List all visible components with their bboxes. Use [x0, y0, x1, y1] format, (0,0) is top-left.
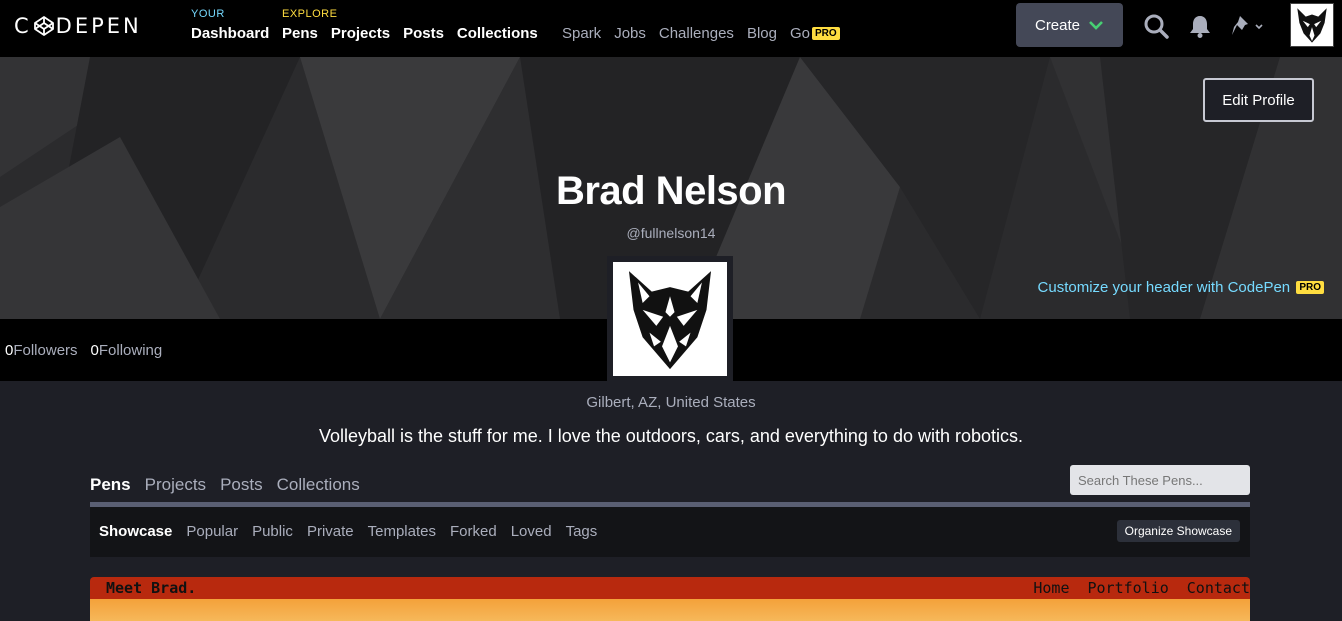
- nav-explore-group: EXPLORE Pens Projects Posts Collections: [282, 8, 538, 42]
- edit-profile-button[interactable]: Edit Profile: [1203, 78, 1314, 122]
- subnav-public[interactable]: Public: [252, 523, 293, 540]
- customize-text: Customize your header with CodePen: [1037, 279, 1291, 296]
- create-label: Create: [1034, 16, 1081, 34]
- nav-link-collections[interactable]: Collections: [457, 25, 538, 42]
- profile-name: Brad Nelson: [555, 169, 787, 213]
- subnav-popular[interactable]: Popular: [186, 523, 238, 540]
- subnav-tags[interactable]: Tags: [566, 523, 598, 540]
- wolf-avatar-icon: [1297, 8, 1327, 43]
- tab-posts[interactable]: Posts: [220, 475, 263, 495]
- following-link[interactable]: 0Following: [91, 342, 163, 359]
- following-count: 0: [90, 342, 99, 359]
- go-label: Go: [789, 25, 810, 42]
- subnav-loved[interactable]: Loved: [511, 523, 552, 540]
- subnav-forked[interactable]: Forked: [450, 523, 497, 540]
- subnav-private[interactable]: Private: [307, 523, 354, 540]
- nav-your-kicker: YOUR: [191, 8, 225, 20]
- top-navigation-bar: C DEPEN YOUR Dashboard EXPLORE Pens Proj…: [0, 0, 1342, 57]
- preview-link-home: Home: [1033, 579, 1070, 597]
- pins-button[interactable]: [1228, 10, 1268, 42]
- following-label: Following: [98, 342, 163, 359]
- subnav-templates[interactable]: Templates: [368, 523, 436, 540]
- nav-your-group: YOUR Dashboard: [191, 8, 269, 42]
- profile-bio: Volleyball is the stuff for me. I love t…: [318, 426, 1024, 446]
- search-icon: [1144, 14, 1169, 39]
- nav-link-challenges[interactable]: Challenges: [659, 25, 734, 42]
- tab-pens[interactable]: Pens: [90, 475, 131, 495]
- nav-link-jobs[interactable]: Jobs: [614, 25, 646, 42]
- profile-avatar: [607, 256, 733, 382]
- pens-subnav: Showcase Popular Public Private Template…: [90, 507, 1250, 557]
- nav-link-pens[interactable]: Pens: [282, 25, 318, 42]
- nav-link-go[interactable]: Go PRO: [790, 25, 840, 42]
- showcase-pen-preview[interactable]: Meet Brad. Home Portfolio Contact: [90, 577, 1250, 621]
- search-button[interactable]: [1140, 10, 1172, 42]
- nav-link-blog[interactable]: Blog: [747, 25, 777, 42]
- profile-tabs: Pens Projects Posts Collections: [90, 475, 360, 495]
- nav-link-dashboard[interactable]: Dashboard: [191, 25, 269, 42]
- preview-sunset-image: [90, 599, 1250, 621]
- codepen-cube-icon: [33, 16, 54, 36]
- preview-nav: Home Portfolio Contact: [1033, 579, 1250, 597]
- followers-label: Followers: [13, 342, 78, 359]
- followers-link[interactable]: 0Followers: [5, 342, 78, 359]
- organize-showcase-button[interactable]: Organize Showcase: [1116, 520, 1240, 542]
- preview-title: Meet Brad.: [106, 579, 197, 597]
- logo-letters-depen: DEPEN: [55, 14, 142, 38]
- profile-handle: @fullnelson14: [626, 225, 716, 241]
- subnav-showcase[interactable]: Showcase: [99, 523, 172, 540]
- preview-link-contact: Contact: [1186, 579, 1250, 597]
- customize-header-link[interactable]: Customize your header with CodePen PRO: [1038, 279, 1324, 296]
- bell-icon: [1190, 16, 1210, 38]
- wolf-logo-icon: [628, 271, 712, 370]
- chevron-down-icon: [1089, 21, 1103, 30]
- tab-projects[interactable]: Projects: [145, 475, 206, 495]
- nav-link-posts[interactable]: Posts: [403, 25, 444, 42]
- nav-link-projects[interactable]: Projects: [331, 25, 390, 42]
- customize-pro-badge: PRO: [1296, 281, 1324, 294]
- tab-collections[interactable]: Collections: [277, 475, 360, 495]
- user-avatar[interactable]: [1290, 3, 1334, 47]
- create-button[interactable]: Create: [1016, 3, 1123, 47]
- search-pens-input[interactable]: [1070, 465, 1250, 495]
- preview-link-portfolio: Portfolio: [1087, 579, 1169, 597]
- nav-explore-kicker: EXPLORE: [282, 8, 338, 20]
- preview-header-bar: Meet Brad. Home Portfolio Contact: [90, 577, 1250, 599]
- secondary-nav: Spark Jobs Challenges Blog Go PRO: [562, 25, 840, 42]
- logo-letters-c: C: [14, 14, 32, 38]
- pro-badge: PRO: [811, 27, 840, 40]
- codepen-logo[interactable]: C DEPEN: [14, 14, 142, 38]
- nav-link-spark[interactable]: Spark: [562, 25, 601, 42]
- pushpin-icon: [1232, 16, 1263, 35]
- notifications-button[interactable]: [1184, 10, 1216, 42]
- profile-location: Gilbert, AZ, United States: [586, 394, 756, 411]
